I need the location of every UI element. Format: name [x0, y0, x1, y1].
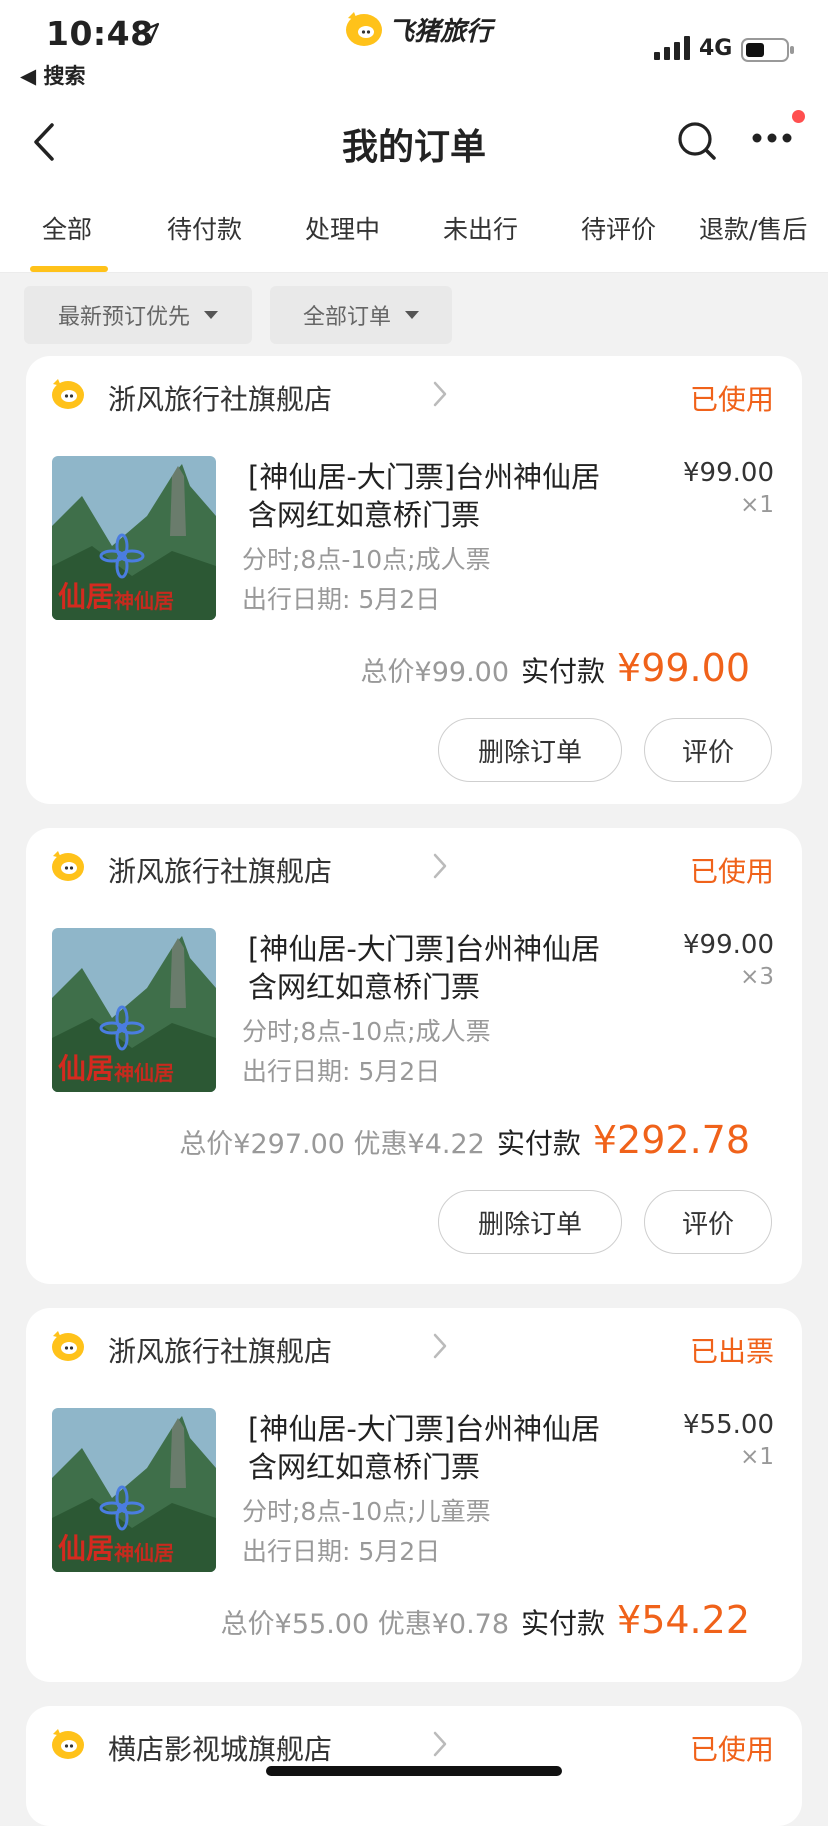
svg-text:仙居: 仙居	[58, 1532, 114, 1565]
paid-label: 实付款	[521, 1607, 606, 1640]
pig-logo-icon	[52, 1729, 84, 1759]
network-type: 4G	[699, 36, 733, 61]
pig-logo-icon	[52, 1331, 84, 1361]
delete-order-button[interactable]: 删除订单	[438, 718, 622, 782]
product-thumbnail[interactable]: 仙居 神仙居	[52, 456, 216, 620]
order-status: 已使用	[689, 383, 774, 416]
payment-summary: 总价¥297.00 优惠¥4.22 实付款 ¥292.78	[179, 1118, 750, 1162]
order-card[interactable]: 浙风旅行社旗舰店 已使用 仙居 神仙居 [神仙居-大门票]台州神仙居含网红如意桥…	[26, 828, 802, 1284]
travel-date: 出行日期: 5月2日	[242, 1537, 441, 1566]
review-button[interactable]: 评价	[644, 718, 772, 782]
pig-logo-icon	[346, 12, 382, 46]
product-thumbnail[interactable]: 仙居 神仙居	[52, 928, 216, 1092]
tab-all[interactable]: 全部	[42, 210, 92, 246]
quantity: ×3	[740, 964, 774, 990]
search-icon[interactable]	[676, 120, 718, 162]
review-button[interactable]: 评价	[644, 1190, 772, 1254]
tab-active-indicator	[30, 266, 108, 272]
payment-summary: 总价¥99.00 实付款 ¥99.00	[361, 646, 750, 690]
tab-refund[interactable]: 退款/售后	[699, 210, 807, 246]
shop-name[interactable]: 横店影视城旗舰店	[108, 1728, 332, 1768]
order-card[interactable]: 浙风旅行社旗舰店 已出票 仙居 神仙居 [神仙居-大门票]台州神仙居含网红如意桥…	[26, 1308, 802, 1682]
product-spec: 分时;8点-10点;成人票	[242, 545, 491, 574]
tab-processing[interactable]: 处理中	[305, 210, 380, 246]
order-type-filter-label: 全部订单	[302, 305, 391, 330]
status-bar: 10:48 ◀ 搜索 飞猪旅行 4G	[0, 0, 828, 98]
battery-icon	[741, 38, 794, 62]
travel-date: 出行日期: 5月2日	[242, 585, 441, 614]
chevron-right-icon[interactable]	[432, 380, 448, 408]
pig-logo-icon	[52, 379, 84, 409]
paid-amount: ¥54.22	[617, 1598, 750, 1642]
back-to-app-link[interactable]: ◀ 搜索	[20, 60, 85, 90]
location-arrow-icon	[138, 22, 160, 44]
product-spec: 分时;8点-10点;儿童票	[242, 1497, 491, 1526]
total-price: 总价¥55.00 优惠¥0.78	[220, 1609, 510, 1640]
total-price: 总价¥297.00 优惠¥4.22	[179, 1129, 485, 1160]
shop-name[interactable]: 浙风旅行社旗舰店	[108, 850, 332, 890]
unit-price: ¥99.00	[683, 458, 774, 488]
product-title[interactable]: [神仙居-大门票]台州神仙居含网红如意桥门票	[248, 930, 608, 1006]
paid-amount: ¥99.00	[617, 646, 750, 690]
chevron-right-icon[interactable]	[432, 1332, 448, 1360]
order-tabs: 全部 待付款 处理中 未出行 待评价 退款/售后	[0, 184, 828, 273]
svg-text:仙居: 仙居	[58, 1052, 114, 1085]
quantity: ×1	[740, 1444, 774, 1470]
order-card[interactable]: 浙风旅行社旗舰店 已使用 仙居 神仙居 [神仙居-大门票]台州神仙居含网红如意桥…	[26, 356, 802, 804]
tab-pending-review[interactable]: 待评价	[581, 210, 656, 246]
tab-not-traveled[interactable]: 未出行	[443, 210, 518, 246]
product-title[interactable]: [神仙居-大门票]台州神仙居含网红如意桥门票	[248, 458, 608, 534]
payment-summary: 总价¥55.00 优惠¥0.78 实付款 ¥54.22	[221, 1598, 750, 1642]
unit-price: ¥55.00	[683, 1410, 774, 1440]
svg-text:神仙居: 神仙居	[114, 589, 174, 613]
scenic-image: 仙居 神仙居	[52, 928, 216, 1092]
svg-text:神仙居: 神仙居	[114, 1541, 174, 1565]
chevron-right-icon[interactable]	[432, 852, 448, 880]
order-status: 已出票	[689, 1335, 774, 1368]
travel-date: 出行日期: 5月2日	[242, 1057, 441, 1086]
quantity: ×1	[740, 492, 774, 518]
product-title[interactable]: [神仙居-大门票]台州神仙居含网红如意桥门票	[248, 1410, 608, 1486]
unit-price: ¥99.00	[683, 930, 774, 960]
sort-filter-label: 最新预订优先	[57, 305, 190, 330]
paid-label: 实付款	[496, 1127, 581, 1160]
caret-down-icon	[204, 311, 218, 319]
order-status: 已使用	[689, 1733, 774, 1766]
chevron-right-icon[interactable]	[432, 1730, 448, 1758]
tab-pending-payment[interactable]: 待付款	[167, 210, 242, 246]
brand-name: 飞猪旅行	[388, 16, 493, 47]
order-status: 已使用	[689, 855, 774, 888]
delete-order-button[interactable]: 删除订单	[438, 1190, 622, 1254]
svg-text:仙居: 仙居	[58, 580, 114, 613]
shop-name[interactable]: 浙风旅行社旗舰店	[108, 378, 332, 418]
total-price: 总价¥99.00	[360, 657, 510, 688]
home-indicator[interactable]	[266, 1766, 562, 1776]
scenic-image: 仙居 神仙居	[52, 1408, 216, 1572]
product-spec: 分时;8点-10点;成人票	[242, 1017, 491, 1046]
order-type-filter[interactable]: 全部订单	[270, 286, 452, 344]
brand-logo: 飞猪旅行	[344, 10, 492, 48]
paid-label: 实付款	[521, 655, 606, 688]
notification-dot	[792, 110, 805, 123]
pig-logo-icon	[52, 851, 84, 881]
svg-text:神仙居: 神仙居	[114, 1061, 174, 1085]
paid-amount: ¥292.78	[592, 1118, 750, 1162]
scenic-image: 仙居 神仙居	[52, 456, 216, 620]
sort-filter[interactable]: 最新预订优先	[24, 286, 252, 344]
more-icon[interactable]	[752, 132, 792, 144]
product-thumbnail[interactable]: 仙居 神仙居	[52, 1408, 216, 1572]
signal-icon	[654, 36, 690, 60]
nav-bar: 我的订单	[0, 98, 828, 184]
caret-down-icon	[405, 311, 419, 319]
shop-name[interactable]: 浙风旅行社旗舰店	[108, 1330, 332, 1370]
